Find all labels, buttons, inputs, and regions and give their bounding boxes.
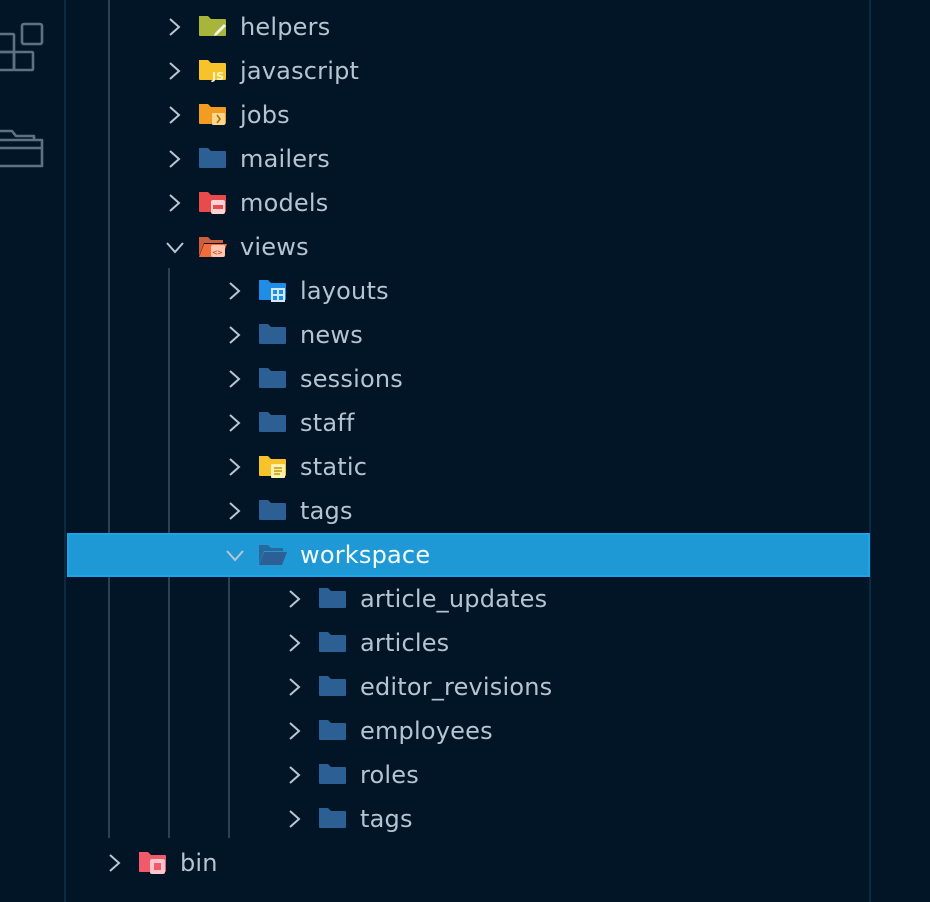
tree-item-label: jobs <box>240 101 290 129</box>
tree-item-staff[interactable]: staff <box>68 402 869 444</box>
chevron-down-icon[interactable] <box>165 240 185 256</box>
tree-item-layouts[interactable]: layouts <box>68 270 869 312</box>
tree-item-label: sessions <box>300 365 403 393</box>
tree-item-mailers[interactable]: mailers <box>68 138 869 180</box>
tree-item-label: bin <box>180 849 218 877</box>
chevron-right-icon[interactable] <box>167 193 183 213</box>
tree-item-label: news <box>300 321 363 349</box>
tree-item-javascript[interactable]: JS javascript <box>68 50 869 92</box>
tree-item-sessions[interactable]: sessions <box>68 358 869 400</box>
folder-icon <box>258 410 288 436</box>
tree-item-article-updates[interactable]: article_updates <box>68 578 869 620</box>
tree-item-label: javascript <box>240 57 360 85</box>
tree-item-label: layouts <box>300 277 389 305</box>
tree-item-label: workspace <box>300 541 431 569</box>
chevron-right-icon[interactable] <box>287 721 303 741</box>
tree-item-label: staff <box>300 409 355 437</box>
chevron-right-icon[interactable] <box>287 633 303 653</box>
folder-icon <box>318 674 348 700</box>
tree-item-tags[interactable]: tags <box>68 490 869 532</box>
chevron-right-icon[interactable] <box>167 61 183 81</box>
folder-icon <box>318 806 348 832</box>
folder-icon <box>258 366 288 392</box>
chevron-right-icon[interactable] <box>167 149 183 169</box>
chevron-right-icon[interactable] <box>227 369 243 389</box>
chevron-down-icon[interactable] <box>225 548 245 564</box>
tree-item-models[interactable]: models <box>68 182 869 224</box>
chevron-right-icon[interactable] <box>287 589 303 609</box>
tree-item-static[interactable]: static <box>68 446 869 488</box>
extensions-icon[interactable] <box>0 20 46 72</box>
chevron-right-icon[interactable] <box>227 413 243 433</box>
folder-helpers-icon <box>198 14 228 40</box>
chevron-right-icon[interactable] <box>227 325 243 345</box>
folder-bin-icon <box>138 850 168 876</box>
chevron-right-icon[interactable] <box>167 17 183 37</box>
tree-item-workspace[interactable]: workspace <box>67 533 870 577</box>
tree-item-label: helpers <box>240 13 331 41</box>
tree-item-editor-revisions[interactable]: editor_revisions <box>68 666 869 708</box>
folder-open-icon <box>258 542 288 568</box>
folder-models-icon <box>198 190 228 216</box>
folder-icon <box>318 586 348 612</box>
tree-item-label: article_updates <box>360 585 548 613</box>
folder-layouts-icon <box>258 278 288 304</box>
panel-border <box>869 0 871 902</box>
tree-item-employees[interactable]: employees <box>68 710 869 752</box>
svg-text:<>: <> <box>213 248 223 257</box>
activity-bar <box>0 0 66 902</box>
folder-icon <box>318 630 348 656</box>
chevron-right-icon[interactable] <box>287 677 303 697</box>
folder-static-icon <box>258 454 288 480</box>
folder-javascript-icon: JS <box>198 58 228 84</box>
folder-jobs-icon <box>198 102 228 128</box>
tree-item-articles[interactable]: articles <box>68 622 869 664</box>
folder-icon <box>318 762 348 788</box>
tree-item-label: tags <box>360 805 413 833</box>
tree-item-label: articles <box>360 629 450 657</box>
chevron-right-icon[interactable] <box>227 281 243 301</box>
tree-item-label: roles <box>360 761 419 789</box>
folder-icon <box>318 718 348 744</box>
tree-item-helpers[interactable]: helpers <box>68 6 869 48</box>
folder-icon <box>198 146 228 172</box>
folder-icon <box>258 322 288 348</box>
explorer-icon[interactable] <box>0 128 46 172</box>
tree-item-label: tags <box>300 497 353 525</box>
tree-item-label: mailers <box>240 145 330 173</box>
file-explorer: helpers JS javascript jobs mailers models <> vi… <box>0 0 930 902</box>
folder-views-open-icon: <> <box>198 234 228 260</box>
tree-item-news[interactable]: news <box>68 314 869 356</box>
chevron-right-icon[interactable] <box>287 765 303 785</box>
tree-item-label: views <box>240 233 309 261</box>
tree-item-label: employees <box>360 717 493 745</box>
chevron-right-icon[interactable] <box>167 105 183 125</box>
tree-item-views[interactable]: <> views <box>68 226 869 268</box>
chevron-right-icon[interactable] <box>287 809 303 829</box>
tree-item-bin[interactable]: bin <box>68 842 869 884</box>
tree-item-label: models <box>240 189 329 217</box>
chevron-right-icon[interactable] <box>227 501 243 521</box>
chevron-right-icon[interactable] <box>227 457 243 477</box>
tree-item-label: static <box>300 453 368 481</box>
svg-text:JS: JS <box>211 70 224 83</box>
tree-item-label: editor_revisions <box>360 673 553 701</box>
tree-item-roles[interactable]: roles <box>68 754 869 796</box>
tree-item-jobs[interactable]: jobs <box>68 94 869 136</box>
folder-icon <box>258 498 288 524</box>
tree-item-tags[interactable]: tags <box>68 798 869 840</box>
chevron-right-icon[interactable] <box>107 853 123 873</box>
